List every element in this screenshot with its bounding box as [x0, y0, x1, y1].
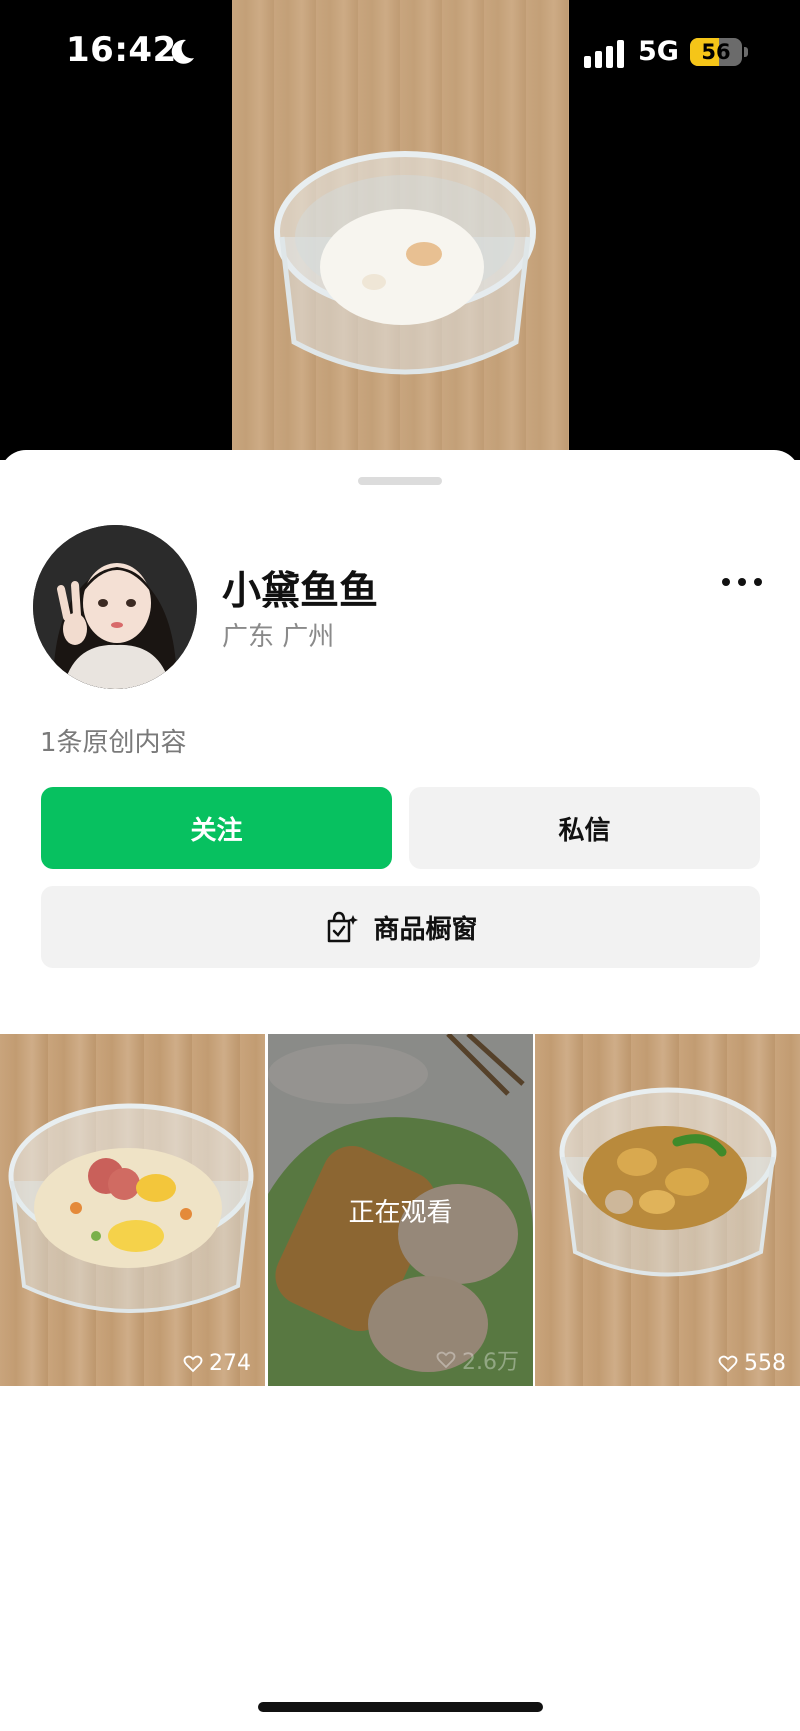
- more-icon[interactable]: [720, 562, 764, 602]
- profile-name: 小黛鱼鱼: [222, 569, 379, 614]
- message-button[interactable]: 私信: [409, 787, 760, 869]
- shop-window-button-label: 商品橱窗: [373, 914, 478, 945]
- like-count-value: 274: [209, 1351, 251, 1376]
- message-button-label: 私信: [558, 815, 611, 846]
- heart-icon: [436, 1351, 456, 1369]
- like-count: 2.6万: [436, 1344, 519, 1376]
- shop-icon: [328, 911, 359, 943]
- status-bar: 16:42 5G 56: [0, 0, 800, 104]
- profile-location: 广东 广州: [222, 622, 335, 652]
- video-tile[interactable]: 274: [0, 1034, 265, 1386]
- sheet-grabber[interactable]: [358, 477, 442, 485]
- like-count-value: 558: [744, 1351, 786, 1376]
- rice-bowl-image: [274, 151, 536, 375]
- video-tile-current[interactable]: 正在观看 2.6万: [268, 1034, 533, 1386]
- avatar[interactable]: [33, 525, 197, 689]
- avatar-image: [33, 525, 197, 689]
- follow-button[interactable]: 关注: [41, 787, 392, 869]
- network-type: 5G: [638, 36, 679, 67]
- status-time: 16:42: [66, 30, 177, 70]
- now-watching-label: 正在观看: [348, 1198, 453, 1228]
- heart-icon: [183, 1355, 203, 1372]
- video-grid: 274 正在观看 2.6万 558: [0, 1034, 800, 1386]
- home-indicator[interactable]: [258, 1702, 543, 1712]
- battery-tip: [744, 47, 748, 57]
- video-tile[interactable]: 558: [535, 1034, 800, 1386]
- original-content-count: 1条原创内容: [40, 728, 187, 758]
- moon-icon: [171, 39, 194, 64]
- chicken-pepper-image: [559, 1087, 777, 1277]
- like-count: 274: [183, 1351, 251, 1376]
- signal-icon: [584, 40, 624, 68]
- battery-indicator: 56: [690, 38, 742, 66]
- shop-window-button[interactable]: 商品橱窗: [41, 886, 760, 968]
- fried-rice-image: [8, 1103, 254, 1313]
- like-count-value: 2.6万: [462, 1350, 519, 1375]
- heart-icon: [718, 1355, 738, 1372]
- follow-button-label: 关注: [190, 815, 243, 846]
- battery-percent: 56: [701, 40, 731, 64]
- like-count: 558: [718, 1351, 786, 1376]
